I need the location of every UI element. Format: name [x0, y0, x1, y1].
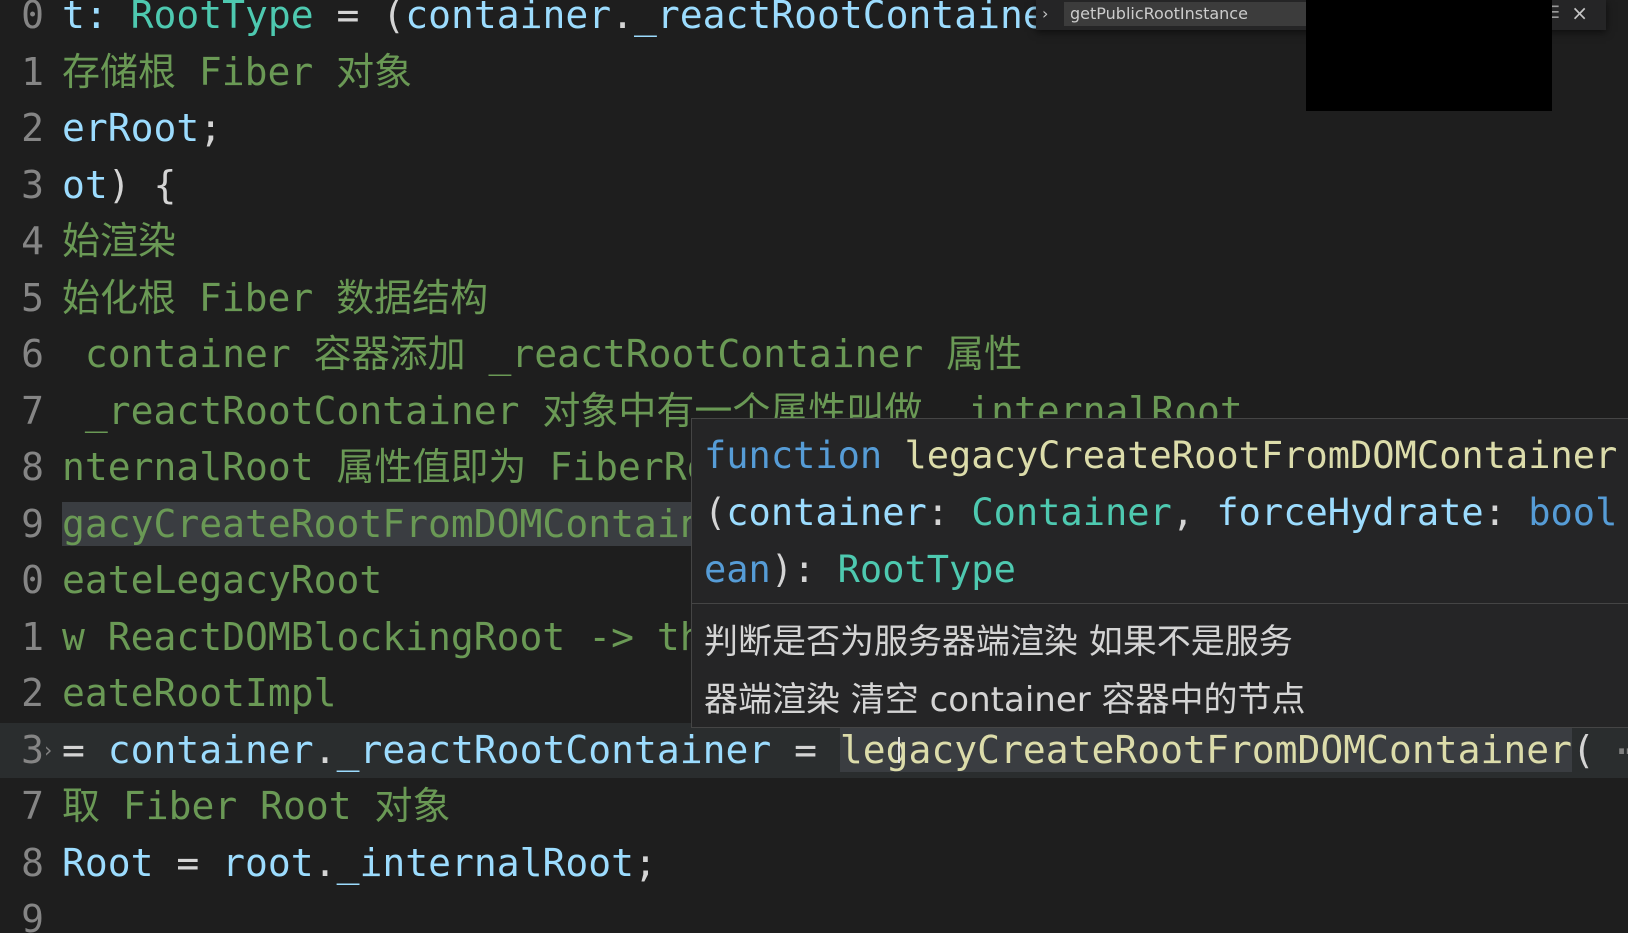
code-line[interactable]: 6 container 容器添加 _reactRootContainer 属性: [0, 327, 1628, 382]
line-number: 4: [21, 219, 44, 263]
code-text: 始渲染: [62, 214, 176, 269]
code-line[interactable]: 4 始渲染: [0, 214, 1628, 269]
code-line[interactable]: 9: [0, 892, 1628, 933]
code-token: 存储根 Fiber 对象: [62, 49, 413, 94]
signature-token: ):: [770, 548, 838, 591]
line-number: 7: [21, 784, 44, 828]
text-cursor: [898, 737, 900, 763]
code-token: ⋯: [1595, 728, 1628, 772]
code-text: 始化根 Fiber 数据结构: [62, 271, 488, 326]
line-number: 0: [21, 0, 44, 37]
code-token: = (: [313, 0, 406, 37]
search-input[interactable]: getPublicRootInstance Aa: [1064, 2, 1334, 26]
doc-line: 器端渲染 清空 container 容器中的节点: [704, 680, 1306, 720]
line-number: 2: [21, 671, 44, 715]
code-text: 存储根 Fiber 对象: [62, 45, 412, 100]
code-token: _reactRootContainer: [336, 727, 772, 772]
signature-token: :: [1483, 491, 1529, 534]
code-token: root: [222, 840, 314, 885]
code-token: .: [611, 0, 634, 37]
function-signature: function legacyCreateRootFromDOMContaine…: [704, 427, 1624, 598]
doc-line: 判断是否为服务器端渲染 如果不是服务: [704, 622, 1293, 662]
signature-token: :: [926, 491, 972, 534]
signature-token: (: [704, 491, 727, 534]
code-token: =: [62, 727, 108, 772]
code-token: ;: [199, 106, 223, 150]
code-token: (: [1571, 727, 1595, 772]
tooltip-divider: [692, 603, 1628, 604]
line-number: 1: [21, 614, 44, 659]
signature-token: container: [726, 491, 927, 534]
code-token: 始渲染: [62, 219, 177, 263]
function-doc: 判断是否为服务器端渲染 如果不是服务 器端渲染 清空 container 容器中…: [704, 613, 1384, 727]
line-number: 6: [21, 332, 44, 376]
code-token: gacyCreateRootFromDOMContainer: [62, 501, 749, 546]
code-token: ot: [62, 162, 108, 207]
code-token: _internalRoot: [336, 840, 634, 885]
code-line[interactable]: 7 取 Fiber Root 对象: [0, 779, 1628, 834]
line-number: 8: [21, 445, 44, 489]
code-token: =: [771, 727, 840, 772]
code-line[interactable]: 3 › = container._reactRootContainer = lega…: [0, 722, 1628, 778]
line-number: 5: [21, 275, 44, 320]
signature-token: Container: [971, 491, 1172, 534]
code-token: Root: [62, 840, 154, 885]
line-number: 1: [21, 49, 44, 94]
code-text: erRoot;: [62, 101, 222, 156]
code-text: t: RootType = (container._reactRootConta…: [62, 0, 1069, 43]
hover-tooltip: function legacyCreateRootFromDOMContaine…: [691, 418, 1628, 728]
code-text: ot) {: [62, 158, 176, 213]
code-text: container 容器添加 _reactRootContainer 属性: [62, 327, 1022, 382]
code-text: 取 Fiber Root 对象: [62, 779, 451, 834]
line-number: 3: [21, 727, 44, 772]
line-number: 3: [21, 162, 44, 207]
signature-token: function: [704, 434, 905, 477]
redaction-box: [1306, 0, 1552, 111]
signature-token: legacyCreateRootFromDOMContainer: [904, 434, 1618, 477]
code-token: container: [405, 0, 612, 37]
code-line[interactable]: 8 Root = root._internalRoot;: [0, 836, 1628, 891]
code-token: ;: [633, 840, 657, 885]
code-text: eateLegacyRoot: [62, 553, 382, 608]
line-number: 9: [21, 501, 44, 546]
code-token: .: [313, 727, 337, 772]
code-token: container: [107, 727, 314, 772]
code-token: 取 Fiber Root 对象: [62, 784, 451, 828]
line-number: 8: [21, 840, 44, 885]
code-token: eateLegacyRoot: [62, 558, 383, 602]
line-number: 9: [21, 897, 44, 933]
code-text: gacyCreateRootFromDOMContainer: [62, 497, 749, 552]
signature-token: forceHydrate: [1216, 491, 1484, 534]
code-token: 始化根 Fiber 数据结构: [62, 275, 489, 320]
code-token: ) {: [107, 162, 177, 207]
search-input-value: getPublicRootInstance: [1070, 4, 1248, 23]
code-token: erRoot: [62, 106, 200, 150]
signature-token: RootType: [837, 548, 1016, 591]
code-token: eateRootImpl: [62, 671, 337, 715]
code-line[interactable]: 3 ot) {: [0, 158, 1628, 213]
code-token: t:: [62, 0, 131, 37]
code-token: container 容器添加 _reactRootContainer 属性: [62, 332, 1023, 376]
line-number: 7: [21, 388, 44, 433]
code-token: _reactRootContain: [633, 0, 1023, 37]
code-token: .: [313, 840, 337, 885]
code-token: =: [153, 840, 223, 885]
code-token: legacyCreateRootFromDOMContainer: [839, 727, 1572, 772]
code-text: = container._reactRootContainer = legacy…: [62, 723, 1628, 778]
line-number: 2: [21, 106, 44, 150]
code-text: eateRootImpl: [62, 666, 337, 721]
line-number: 0: [21, 558, 44, 602]
code-text: Root = root._internalRoot;: [62, 836, 657, 891]
code-line[interactable]: 5 始化根 Fiber 数据结构: [0, 271, 1628, 326]
signature-token: ,: [1171, 491, 1217, 534]
fold-chevron-icon[interactable]: ›: [42, 723, 60, 778]
code-token: RootType: [130, 0, 314, 37]
close-icon[interactable]: ×: [1571, 1, 1588, 25]
chevron-right-icon[interactable]: ›: [1042, 4, 1048, 23]
